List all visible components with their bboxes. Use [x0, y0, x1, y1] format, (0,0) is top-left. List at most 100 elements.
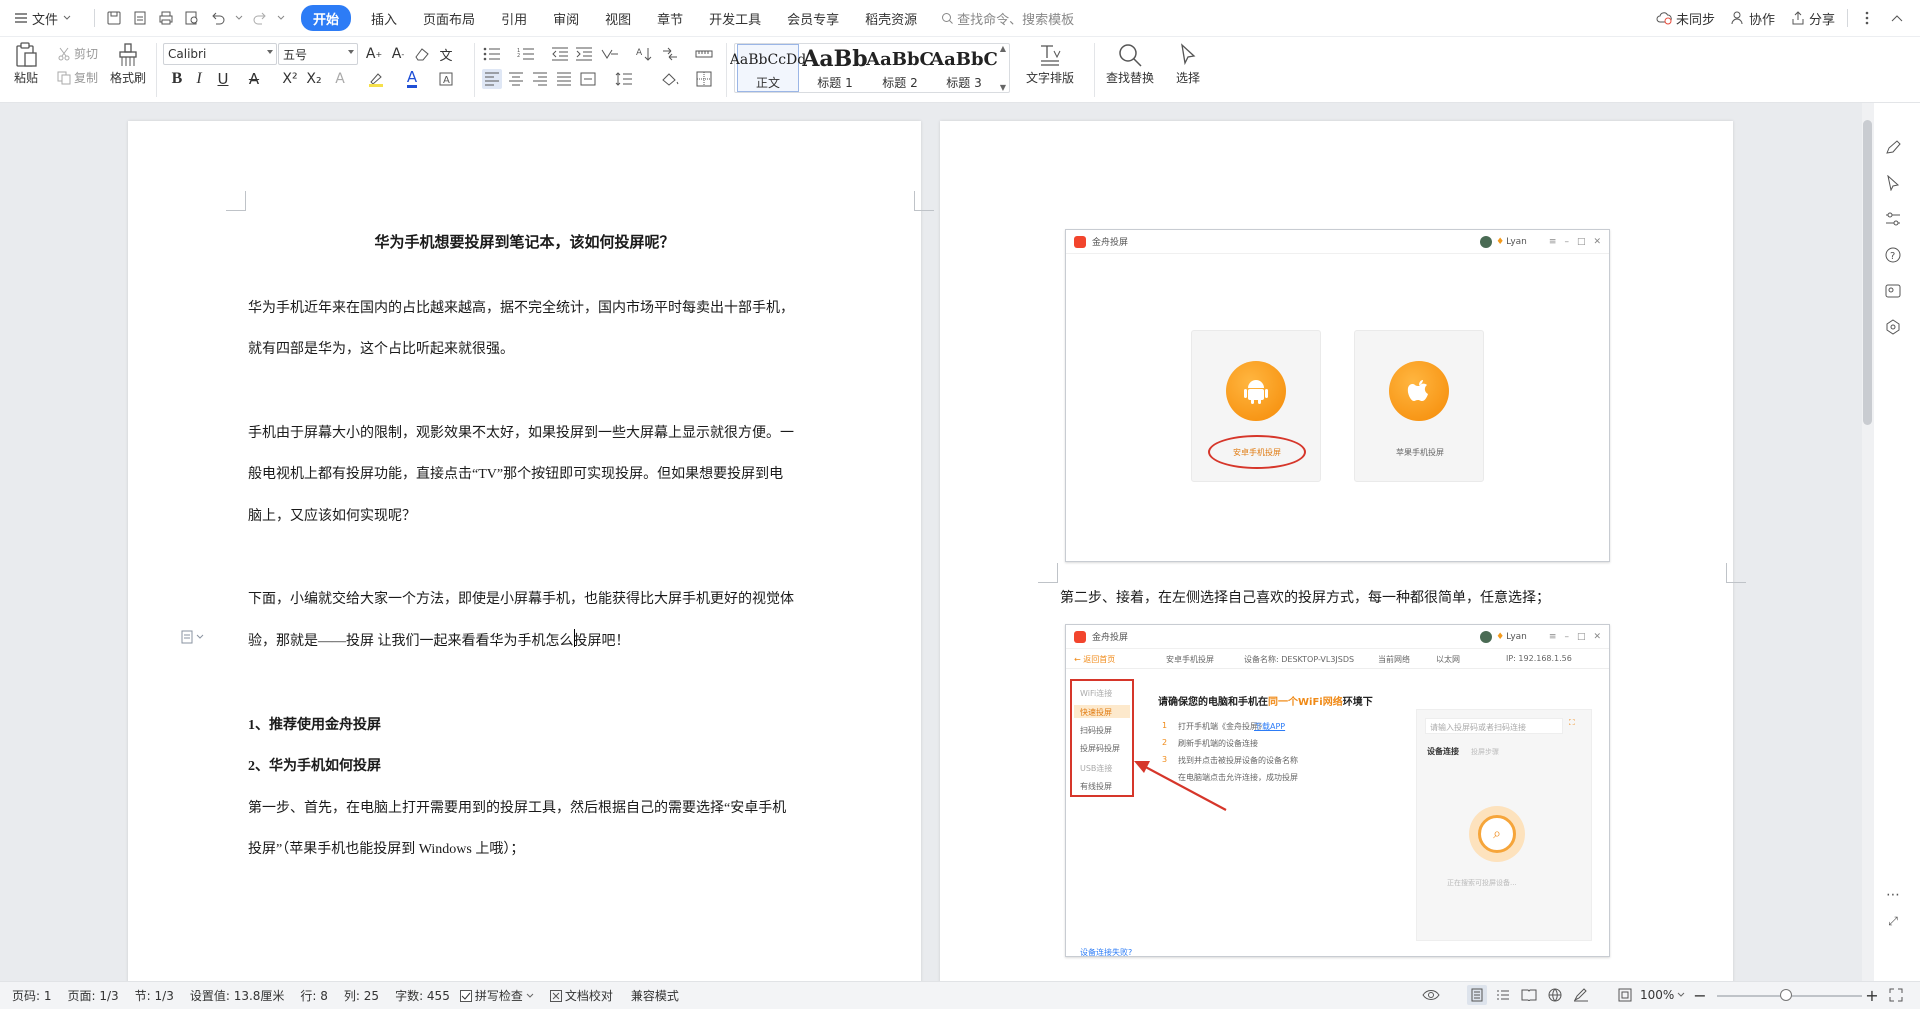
tab-review[interactable]: 审阅 [547, 5, 585, 31]
borders-icon[interactable] [694, 69, 714, 89]
font-size-select[interactable]: 五号 [278, 43, 358, 65]
char-border-icon[interactable]: A [436, 69, 456, 89]
cursor-icon[interactable] [1883, 173, 1903, 193]
paste-button[interactable]: 粘贴 [12, 41, 40, 86]
zoom-out-icon[interactable]: − [1690, 985, 1710, 1005]
print-preview-icon[interactable] [181, 7, 203, 29]
show-marks-icon[interactable] [660, 44, 680, 64]
strikethrough-icon[interactable]: A [244, 69, 264, 89]
export-pdf-icon[interactable] [129, 7, 151, 29]
setting-value[interactable]: 设置值: 13.8厘米 [190, 987, 285, 1004]
styles-scroll[interactable]: ▲ ▼ [997, 44, 1009, 92]
zoom-slider-thumb[interactable] [1780, 989, 1792, 1001]
text-layout-button[interactable]: 文字排版 [1026, 41, 1074, 86]
zoom-in-icon[interactable]: + [1862, 985, 1882, 1005]
style-heading1[interactable]: AaBb 标题 1 [802, 44, 867, 92]
page-2[interactable]: 金舟投屏 ♦ Lyan ≡ – □ ✕ 安卓手机投屏 苹果手机投屏 第二步、接着… [940, 121, 1746, 981]
file-menu[interactable]: 文件 [8, 5, 78, 31]
font-color-icon[interactable]: A [402, 69, 422, 89]
superscript-icon[interactable]: X² [280, 69, 300, 89]
text-effect-icon[interactable]: A [330, 69, 350, 89]
phonetic-guide-icon[interactable]: 文 [436, 44, 456, 64]
collapse-ribbon-icon[interactable] [1886, 7, 1908, 29]
sort-icon[interactable]: A [634, 44, 654, 64]
plugin-icon[interactable] [1883, 317, 1903, 337]
highlight-icon[interactable] [366, 69, 386, 89]
clear-format-icon[interactable] [412, 44, 432, 64]
eye-protect-icon[interactable] [1421, 985, 1441, 1005]
grow-font-icon[interactable]: A + [364, 44, 384, 64]
outline-view-icon[interactable] [1493, 985, 1513, 1005]
tab-member[interactable]: 会员专享 [781, 5, 845, 31]
font-name-select[interactable]: Calibri [163, 43, 277, 65]
tab-section[interactable]: 章节 [651, 5, 689, 31]
more-options-icon[interactable] [1856, 7, 1878, 29]
command-search[interactable]: 查找命令、搜索模板 [941, 9, 1074, 28]
sync-button[interactable]: 未同步 [1656, 9, 1715, 28]
paragraph-handle[interactable] [180, 630, 204, 644]
style-normal[interactable]: AaBbCcDd 正文 [730, 44, 806, 92]
collaborate-button[interactable]: 协作 [1731, 9, 1775, 28]
quick-access-more-icon[interactable] [275, 7, 287, 29]
word-count[interactable]: 字数: 455 [395, 987, 450, 1004]
undo-dropdown-icon[interactable] [233, 7, 245, 29]
ruler-icon[interactable] [694, 44, 714, 64]
share-button[interactable]: 分享 [1791, 9, 1835, 28]
justify-icon[interactable] [554, 69, 574, 89]
redo-icon[interactable] [249, 7, 271, 29]
tab-view[interactable]: 视图 [599, 5, 637, 31]
tab-references[interactable]: 引用 [495, 5, 533, 31]
fit-page-icon[interactable] [1615, 985, 1635, 1005]
subscript-icon[interactable]: X₂ [304, 69, 324, 89]
shading-icon[interactable] [660, 69, 680, 89]
fullscreen-icon[interactable] [1886, 985, 1906, 1005]
help-icon[interactable]: ? [1883, 245, 1903, 265]
write-view-icon[interactable] [1571, 985, 1591, 1005]
style-heading3[interactable]: AaBbC 标题 3 [930, 44, 998, 92]
proofread-button[interactable]: 文档校对 [549, 987, 613, 1004]
find-replace-button[interactable]: 查找替换 [1106, 41, 1154, 86]
select-button[interactable]: 选择 [1174, 41, 1202, 86]
expand-icon[interactable]: ⤢ [1883, 911, 1903, 931]
shrink-font-icon[interactable]: A- [388, 44, 408, 64]
more-icon[interactable]: ⋯ [1883, 885, 1903, 905]
copy-button[interactable]: 复制 [57, 69, 98, 86]
tab-insert[interactable]: 插入 [365, 5, 403, 31]
tab-page-layout[interactable]: 页面布局 [417, 5, 481, 31]
format-painter-button[interactable]: 格式刷 [110, 41, 146, 86]
chinese-layout-icon[interactable] [600, 44, 620, 64]
print-icon[interactable] [155, 7, 177, 29]
bold-icon[interactable]: B [167, 69, 187, 89]
document-canvas[interactable]: 华为手机想要投屏到笔记本，该如何投屏呢？ 华为手机近年来在国内的占比越来越高，据… [0, 103, 1920, 981]
save-icon[interactable] [103, 7, 125, 29]
style-heading2[interactable]: AaBbC 标题 2 [866, 44, 934, 92]
bullet-list-icon[interactable] [482, 44, 502, 64]
increase-indent-icon[interactable] [574, 44, 594, 64]
align-right-icon[interactable] [530, 69, 550, 89]
page-view-icon[interactable] [1467, 985, 1487, 1005]
reading-view-icon[interactable] [1519, 985, 1539, 1005]
cut-button[interactable]: 剪切 [57, 45, 98, 62]
line-spacing-icon[interactable] [614, 69, 634, 89]
pen-icon[interactable] [1883, 137, 1903, 157]
image-tool-icon[interactable] [1883, 281, 1903, 301]
zoom-select[interactable]: 100% [1640, 988, 1685, 1002]
tab-docer[interactable]: 稻壳资源 [859, 5, 923, 31]
vertical-scrollbar-thumb[interactable] [1863, 120, 1872, 425]
align-center-icon[interactable] [506, 69, 526, 89]
web-view-icon[interactable] [1545, 985, 1565, 1005]
page-count[interactable]: 页面: 1/3 [68, 987, 119, 1004]
underline-icon[interactable]: U [213, 69, 233, 89]
undo-icon[interactable] [207, 7, 229, 29]
page-1[interactable]: 华为手机想要投屏到笔记本，该如何投屏呢？ 华为手机近年来在国内的占比越来越高，据… [128, 121, 934, 981]
numbered-list-icon[interactable]: 12 [516, 44, 536, 64]
spell-check-toggle[interactable]: 拼写检查 [459, 987, 534, 1004]
distribute-icon[interactable] [578, 69, 598, 89]
adjust-icon[interactable] [1883, 209, 1903, 229]
tab-developer[interactable]: 开发工具 [703, 5, 767, 31]
tab-home[interactable]: 开始 [301, 5, 352, 31]
section-count[interactable]: 节: 1/3 [135, 987, 174, 1004]
align-left-icon[interactable] [482, 69, 502, 89]
page-code[interactable]: 页码: 1 [12, 987, 52, 1004]
italic-icon[interactable]: I [189, 69, 209, 89]
